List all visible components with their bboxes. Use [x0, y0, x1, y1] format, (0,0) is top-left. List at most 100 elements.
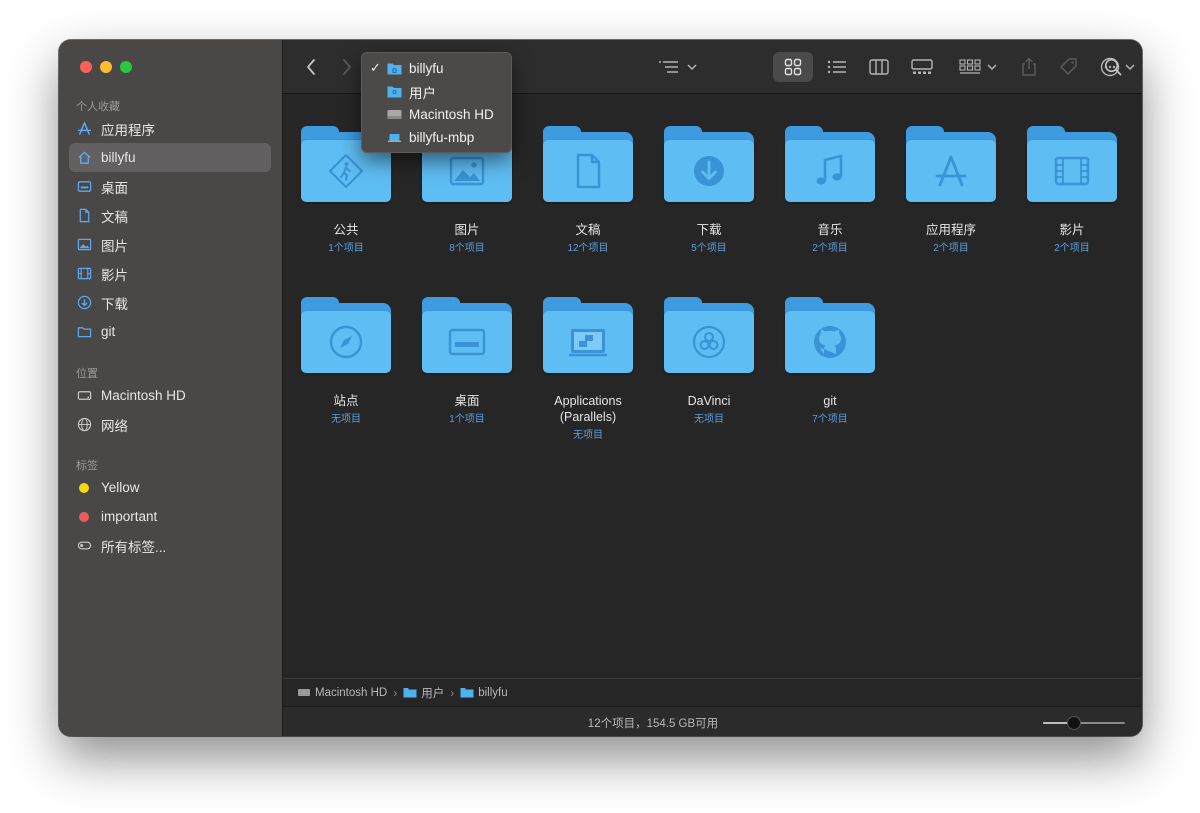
group-by-button[interactable] — [955, 52, 1001, 82]
film-icon — [1054, 156, 1090, 186]
zoom-button[interactable] — [120, 61, 132, 73]
share-button[interactable] — [1015, 52, 1043, 82]
checkmark-icon: ✓ — [370, 60, 381, 75]
parallels-icon — [569, 329, 607, 357]
desktop-icon — [77, 179, 92, 194]
chevron-down-icon — [687, 64, 697, 71]
folder-item[interactable]: 应用程序 2个项目 — [892, 126, 1010, 254]
folder-name: 音乐 — [817, 223, 843, 237]
folder-name: 应用程序 — [925, 223, 976, 237]
sidebar-item-billyfu[interactable]: billyfu — [69, 143, 271, 172]
path-label: billyfu — [478, 686, 508, 699]
minimize-button[interactable] — [100, 61, 112, 73]
folder-item-count: 5个项目 — [691, 243, 727, 254]
favorites-header: 个人收藏 — [76, 101, 120, 113]
gallery-icon — [911, 59, 933, 74]
icon-size-slider-knob[interactable] — [1067, 716, 1082, 730]
yellow-tag-dot-icon — [79, 482, 89, 493]
sidebar-item-label: billyfu — [101, 150, 136, 165]
sidebar-item-downloads[interactable]: 下载 — [69, 288, 271, 317]
folder-item-count: 无项目 — [331, 414, 361, 425]
home-folder-icon — [387, 62, 402, 75]
window-controls — [80, 61, 132, 73]
sort-options-button[interactable] — [655, 52, 701, 82]
sidebar-item-git[interactable]: git — [69, 317, 271, 346]
home-icon — [77, 150, 92, 165]
path-segment-users[interactable]: 用户 — [403, 685, 444, 701]
sidebar-item-label: 网络 — [101, 418, 128, 434]
icon-size-slider[interactable] — [1043, 722, 1125, 724]
search-icon — [1104, 58, 1122, 76]
sidebar-item-tag-important[interactable]: important — [69, 502, 271, 531]
film-icon — [77, 266, 92, 281]
list-icon — [827, 60, 846, 74]
folder-icon — [664, 126, 754, 202]
document-icon — [576, 153, 601, 189]
folder-item[interactable]: git 7个项目 — [771, 297, 889, 425]
folder-icon — [785, 126, 875, 202]
folder-item[interactable]: Applications (Parallels) 无项目 — [529, 297, 647, 441]
sidebar-item-pictures[interactable]: 图片 — [69, 230, 271, 259]
path-segment-macintosh-hd[interactable]: Macintosh HD — [297, 687, 387, 699]
folder-icon — [543, 126, 633, 202]
status-bar: 12个项目，154.5 GB可用 — [283, 706, 1142, 736]
folder-item-count: 无项目 — [573, 430, 603, 441]
back-button[interactable] — [299, 52, 323, 82]
close-button[interactable] — [80, 61, 92, 73]
sidebar-item-label: important — [101, 509, 158, 524]
music-icon — [816, 154, 843, 185]
menu-item-billyfu-mbp[interactable]: billyfu-mbp — [362, 126, 511, 149]
tag-icon — [1060, 58, 1077, 75]
home-folder-icon — [460, 688, 474, 698]
list-view-button[interactable] — [821, 52, 853, 82]
sidebar-item-documents[interactable]: 文稿 — [69, 201, 271, 230]
menu-item-macintosh-hd[interactable]: Macintosh HD — [362, 103, 511, 126]
tags-header: 标签 — [76, 460, 98, 472]
column-view-button[interactable] — [863, 52, 895, 82]
public-icon — [328, 153, 364, 189]
menu-item-billyfu[interactable]: ✓ billyfu — [362, 57, 511, 80]
sidebar-item-label: 影片 — [101, 267, 128, 283]
folder-item[interactable]: DaVinci 无项目 — [650, 297, 768, 425]
folder-item[interactable]: 桌面 1个项目 — [408, 297, 526, 425]
folder-item-count: 7个项目 — [812, 414, 848, 425]
path-segment-billyfu[interactable]: billyfu — [460, 686, 508, 699]
folder-item-count: 1个项目 — [449, 414, 485, 425]
list-sort-icon — [659, 61, 678, 73]
sidebar-item-label: 下载 — [101, 296, 128, 312]
folder-name: 文稿 — [575, 223, 601, 237]
tag-button[interactable] — [1055, 52, 1083, 82]
forward-button[interactable] — [335, 52, 359, 82]
sidebar-item-all-tags[interactable]: 所有标签... — [69, 531, 271, 560]
chevron-down-icon — [1125, 64, 1135, 71]
folder-item[interactable]: 文稿 12个项目 — [529, 126, 647, 254]
folder-item[interactable]: 音乐 2个项目 — [771, 126, 889, 254]
folder-icon — [422, 297, 512, 373]
folder-name: 公共 — [333, 223, 359, 237]
path-separator: › — [393, 685, 398, 700]
folder-name: Applications (Parallels) — [554, 394, 622, 424]
disk-icon — [387, 108, 402, 121]
folder-icon — [906, 126, 996, 202]
sidebar-item-label: 应用程序 — [101, 122, 155, 138]
icon-view-button[interactable] — [773, 52, 813, 82]
folder-item-count: 2个项目 — [812, 243, 848, 254]
sidebar-item-applications[interactable]: 应用程序 — [69, 114, 271, 143]
sidebar-item-movies[interactable]: 影片 — [69, 259, 271, 288]
network-icon — [77, 417, 92, 432]
github-icon — [814, 326, 846, 358]
folder-item[interactable]: 下载 5个项目 — [650, 126, 768, 254]
folder-item[interactable]: 站点 无项目 — [287, 297, 405, 425]
menu-item-label: billyfu-mbp — [409, 130, 475, 145]
sidebar-item-macintosh-hd[interactable]: Macintosh HD — [69, 381, 271, 410]
folder-name: 下载 — [696, 223, 722, 237]
gallery-view-button[interactable] — [905, 52, 939, 82]
folder-item[interactable]: 影片 2个项目 — [1013, 126, 1131, 254]
menu-item-users[interactable]: 用户 — [362, 80, 511, 103]
sidebar-item-tag-yellow[interactable]: Yellow — [69, 473, 271, 502]
path-popup-menu: ✓ billyfu 用户 Macintosh HD billyfu-mbp — [361, 52, 512, 153]
sidebar-item-network[interactable]: 网络 — [69, 410, 271, 439]
sidebar-item-label: Macintosh HD — [101, 388, 186, 403]
sidebar-item-desktop[interactable]: 桌面 — [69, 172, 271, 201]
sidebar-item-label: 图片 — [101, 238, 128, 254]
